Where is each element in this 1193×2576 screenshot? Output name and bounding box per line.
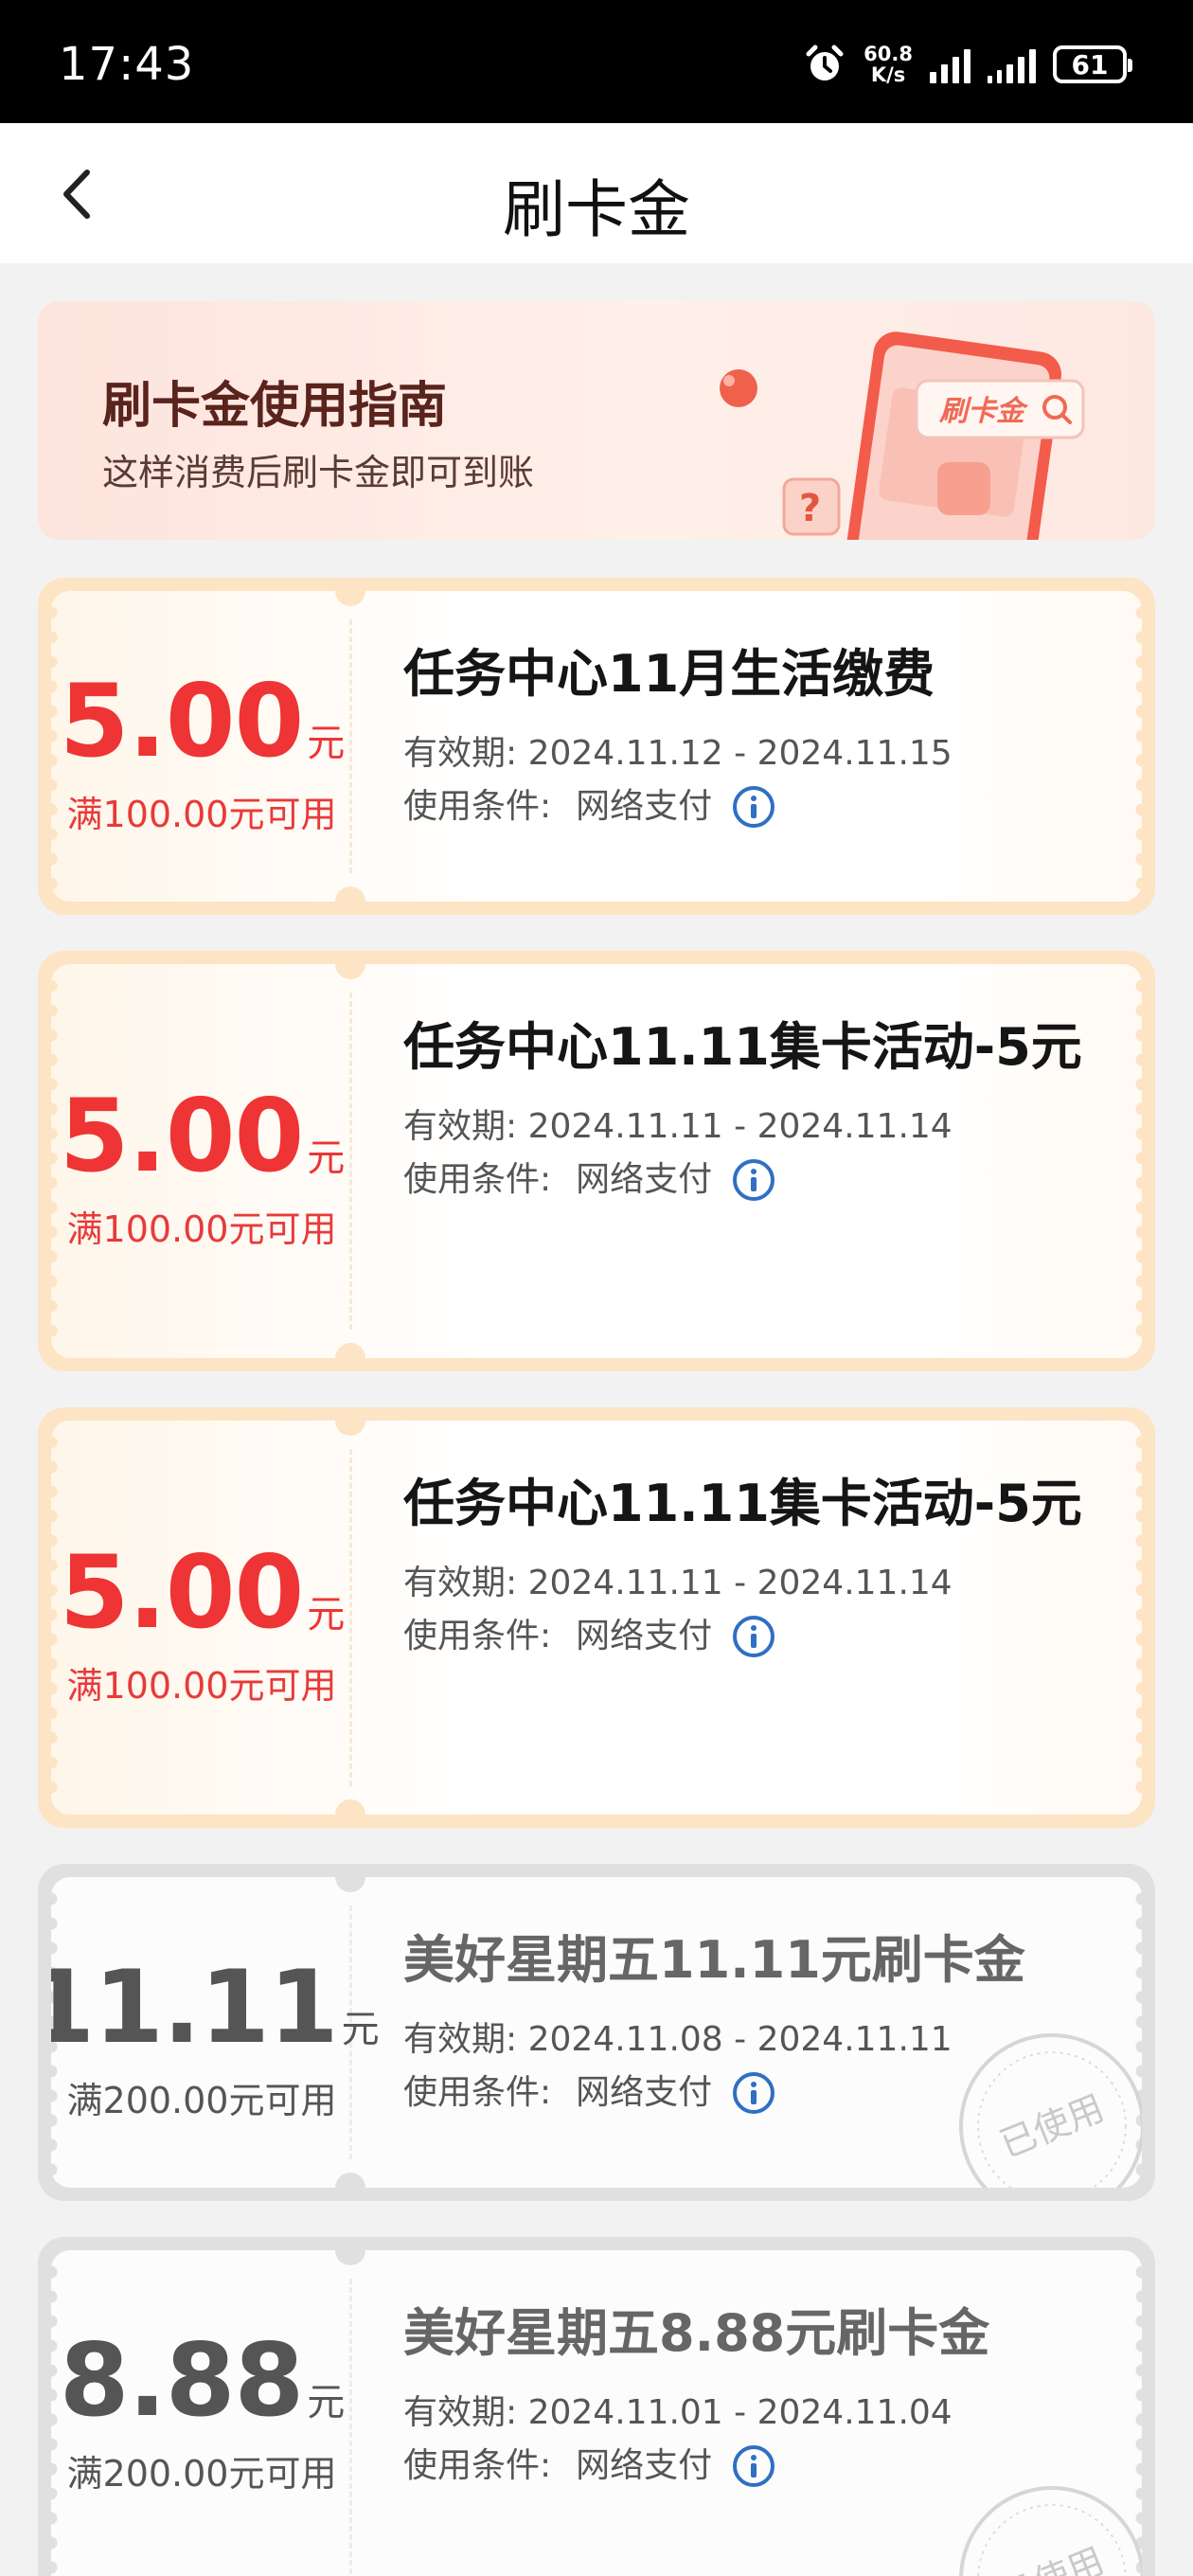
illustration-label: 刷卡金 — [938, 395, 1029, 428]
usage-value: 网络支付 — [576, 2446, 713, 2485]
page-title: 刷卡金 — [503, 173, 690, 246]
coupon-threshold: 满200.00元可用 — [66, 2453, 337, 2495]
status-icons: 60.8 K/s 61 — [803, 38, 1132, 91]
coupon-title: 美好星期五11.11元刷卡金 — [403, 1930, 1025, 1990]
signal-icon — [930, 45, 970, 83]
coupon-unit: 元 — [307, 1136, 345, 1180]
usage-label: 使用条件: — [403, 2073, 552, 2112]
coupon-validity: 有效期: 2024.11.01 - 2024.11.04 — [403, 2393, 953, 2432]
svg-text:?: ? — [799, 487, 821, 530]
coupon-title: 任务中心11.11集卡活动-5元 — [403, 1017, 1082, 1077]
status-time: 17:43 — [59, 38, 195, 91]
info-icon[interactable] — [731, 1157, 776, 1203]
phone-illustration: 刷卡金 ? — [720, 331, 1085, 540]
coupon-usage-condition: 使用条件: 网络支付 — [403, 1154, 1104, 1207]
coupon-title: 任务中心11月生活缴费 — [403, 644, 935, 704]
usage-value: 网络支付 — [576, 1160, 713, 1199]
used-stamp-text: 已使用 — [994, 2539, 1110, 2576]
usage-label: 使用条件: — [403, 787, 552, 826]
battery-level: 61 — [1071, 48, 1109, 80]
coupon-amount: 5.00 — [59, 663, 305, 779]
coupon-amount: 5.00 — [59, 1078, 305, 1194]
info-icon[interactable] — [731, 784, 776, 830]
coupon-card-used[interactable]: 11.11 元 满200.00元可用 美好星期五11.11元刷卡金 有效期: 20… — [38, 1864, 1155, 2201]
coupon-title: 美好星期五8.88元刷卡金 — [403, 2303, 990, 2363]
coupon-amount: 8.88 — [59, 2322, 305, 2439]
coupon-validity: 有效期: 2024.11.11 - 2024.11.14 — [403, 1107, 953, 1146]
coupon-validity: 有效期: 2024.11.12 - 2024.11.15 — [403, 734, 953, 773]
coupon-card-used[interactable]: 8.88 元 满200.00元可用 美好星期五8.88元刷卡金 有效期: 2024… — [38, 2237, 1155, 2576]
usage-label: 使用条件: — [403, 1617, 552, 1655]
coupon-value: 5.00 元 满100.00元可用 — [51, 1078, 352, 1252]
info-icon[interactable] — [731, 2443, 776, 2489]
network-speed-value: 60.8 — [864, 43, 913, 65]
usage-label: 使用条件: — [403, 2446, 552, 2485]
header-bar: 刷卡金 — [0, 123, 1193, 263]
network-speed-unit: K/s — [870, 63, 906, 86]
coupon-value: 8.88 元 满200.00元可用 — [51, 2322, 352, 2496]
coupon-validity: 有效期: 2024.11.11 - 2024.11.14 — [403, 1564, 953, 1602]
guide-title: 刷卡金使用指南 — [102, 378, 448, 435]
signal-icon-2 — [988, 45, 1036, 83]
usage-guide-banner[interactable]: 刷卡金使用指南 这样消费后刷卡金即可到账 刷卡金 ? — [38, 301, 1155, 540]
coupon-value: 5.00 元 满100.00元可用 — [51, 1534, 352, 1708]
coupon-usage-condition: 使用条件: 网络支付 — [403, 1610, 1104, 1663]
coupon-unit: 元 — [307, 722, 345, 765]
coupon-amount: 11.11 — [51, 1949, 339, 2066]
usage-label: 使用条件: — [403, 1160, 552, 1199]
info-icon[interactable] — [731, 2070, 776, 2116]
status-bar: 17:43 60.8 K/s 61 — [0, 0, 1193, 123]
coupon-unit: 元 — [341, 2008, 380, 2051]
coupon-title: 任务中心11.11集卡活动-5元 — [403, 1474, 1082, 1533]
used-stamp-text: 已使用 — [994, 2086, 1110, 2166]
usage-value: 网络支付 — [576, 2073, 713, 2112]
network-speed: 60.8 K/s — [864, 44, 913, 85]
coupon-usage-condition: 使用条件: 网络支付 — [403, 780, 1104, 833]
guide-subtitle: 这样消费后刷卡金即可到账 — [102, 452, 535, 493]
usage-value: 网络支付 — [576, 1617, 713, 1655]
usage-value: 网络支付 — [576, 787, 713, 826]
coupon-threshold: 满100.00元可用 — [66, 794, 337, 835]
info-icon[interactable] — [731, 1614, 776, 1659]
coupon-threshold: 满100.00元可用 — [66, 1208, 337, 1250]
coupon-value: 5.00 元 满100.00元可用 — [51, 663, 352, 837]
alarm-icon — [806, 45, 844, 80]
coupon-card[interactable]: 5.00 元 满100.00元可用 任务中心11月生活缴费 有效期: 2024.1… — [38, 578, 1155, 915]
used-stamp-icon: 已使用 — [959, 2033, 1142, 2188]
coupon-card[interactable]: 5.00 元 满100.00元可用 任务中心11.11集卡活动-5元 有效期: 2… — [38, 1407, 1155, 1828]
coupon-card[interactable]: 5.00 元 满100.00元可用 任务中心11.11集卡活动-5元 有效期: 2… — [38, 951, 1155, 1371]
coupon-unit: 元 — [307, 2381, 345, 2424]
coupon-value: 11.11 元 满200.00元可用 — [51, 1949, 380, 2123]
coupon-threshold: 满200.00元可用 — [66, 2080, 337, 2121]
battery-icon: 61 — [1053, 45, 1132, 83]
coupon-amount: 5.00 — [59, 1534, 305, 1651]
coupon-unit: 元 — [307, 1593, 345, 1637]
used-stamp-icon: 已使用 — [959, 2486, 1142, 2576]
coupon-threshold: 满100.00元可用 — [66, 1665, 337, 1707]
